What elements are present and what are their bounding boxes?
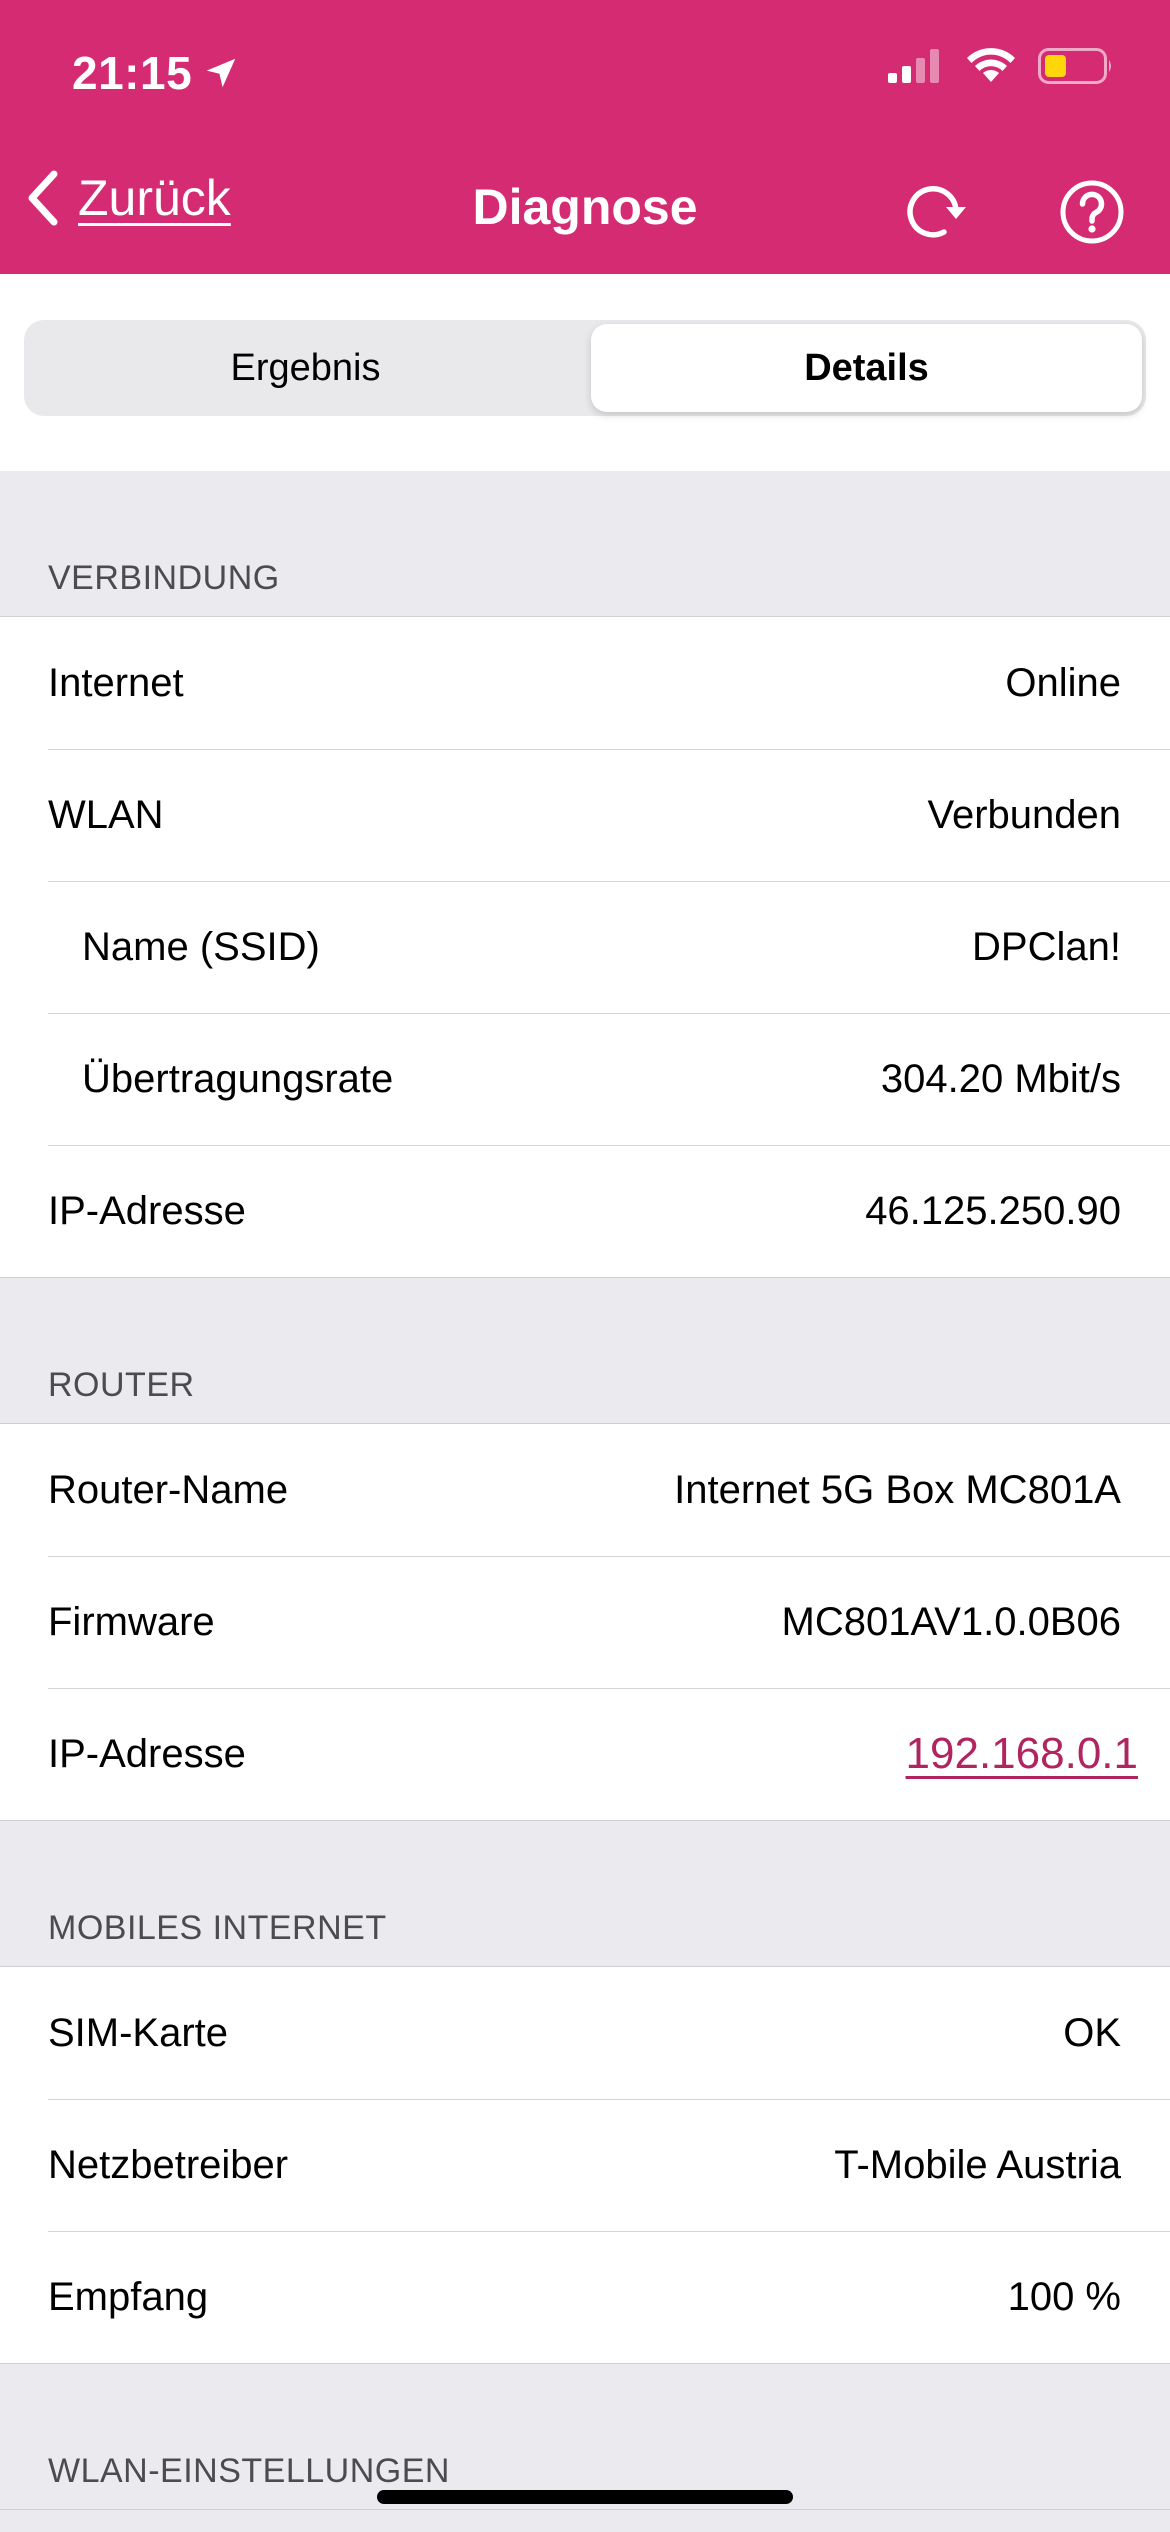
list-item: IP-Adresse 46.125.250.90 bbox=[0, 1145, 1170, 1277]
chevron-left-icon bbox=[28, 170, 58, 226]
row-label: Übertragungsrate bbox=[82, 1056, 394, 1101]
row-value: MC801AV1.0.0B06 bbox=[781, 1599, 1121, 1644]
help-circle-icon bbox=[1060, 180, 1124, 244]
router-ip-link[interactable]: 192.168.0.1 bbox=[906, 1729, 1138, 1779]
section-header-verbindung: VERBINDUNG bbox=[0, 471, 1170, 617]
row-value: Online bbox=[1005, 660, 1121, 705]
row-label: Router-Name bbox=[48, 1467, 289, 1512]
row-label: IP-Adresse bbox=[48, 1188, 246, 1233]
list-item: Router-Name Internet 5G Box MC801A bbox=[0, 1424, 1170, 1556]
section-title: ROUTER bbox=[48, 1366, 195, 1404]
row-value: OK bbox=[1063, 2010, 1121, 2055]
section-router: Router-Name Internet 5G Box MC801A Firmw… bbox=[0, 1424, 1170, 1821]
section-title: MOBILES INTERNET bbox=[48, 1909, 387, 1947]
row-value: T-Mobile Austria bbox=[834, 2142, 1121, 2187]
status-time-label: 21:15 bbox=[72, 47, 193, 99]
location-arrow-icon bbox=[206, 58, 236, 88]
list-item: IP-Adresse 192.168.0.1 bbox=[0, 1688, 1170, 1820]
row-label: WLAN bbox=[48, 792, 164, 837]
section-title: WLAN-EINSTELLUNGEN bbox=[48, 2452, 450, 2490]
segmented-control: Ergebnis Details bbox=[24, 320, 1146, 416]
segment-area: Ergebnis Details bbox=[0, 274, 1170, 471]
section-header-router: ROUTER bbox=[0, 1278, 1170, 1424]
list-item: Name (SSID) DPClan! bbox=[0, 881, 1170, 1013]
row-value: 46.125.250.90 bbox=[865, 1188, 1121, 1233]
row-value: DPClan! bbox=[972, 924, 1121, 969]
back-button[interactable]: Zurück bbox=[24, 168, 231, 228]
refresh-icon bbox=[907, 186, 966, 238]
cellular-signal-icon bbox=[888, 49, 939, 83]
section-header-mobiles-internet: MOBILES INTERNET bbox=[0, 1821, 1170, 1967]
list-item: WLAN Verbunden bbox=[0, 749, 1170, 881]
row-value: Internet 5G Box MC801A bbox=[674, 1467, 1121, 1512]
section-mobiles-internet: SIM-Karte OK Netzbetreiber T-Mobile Aust… bbox=[0, 1967, 1170, 2364]
row-label: Empfang bbox=[48, 2274, 209, 2319]
list-item: Übertragungsrate 304.20 Mbit/s bbox=[0, 1013, 1170, 1145]
screen: 21:15 Zurück Diagnose Ergebnis Details V… bbox=[0, 0, 1170, 2532]
battery-icon bbox=[1038, 48, 1111, 84]
home-indicator bbox=[377, 2490, 793, 2504]
list-item: Netzbetreiber T-Mobile Austria bbox=[0, 2099, 1170, 2231]
status-icons bbox=[888, 48, 1114, 84]
back-button-label: Zurück bbox=[78, 170, 231, 226]
section-verbindung: Internet Online WLAN Verbunden Name (SSI… bbox=[0, 617, 1170, 1278]
list-item: Internet Online bbox=[0, 617, 1170, 749]
app-header: 21:15 Zurück Diagnose bbox=[0, 0, 1170, 274]
refresh-button[interactable] bbox=[895, 174, 971, 250]
details-list: VERBINDUNG Internet Online WLAN Verbunde… bbox=[0, 471, 1170, 2510]
wifi-icon bbox=[967, 48, 1015, 82]
row-label: Name (SSID) bbox=[82, 924, 320, 969]
tab-details[interactable]: Details bbox=[591, 324, 1142, 412]
status-time: 21:15 bbox=[72, 46, 240, 100]
list-item: Empfang 100 % bbox=[0, 2231, 1170, 2363]
row-label: SIM-Karte bbox=[48, 2010, 229, 2055]
row-label: IP-Adresse bbox=[48, 1731, 246, 1776]
list-item: SIM-Karte OK bbox=[0, 1967, 1170, 2099]
row-value: 304.20 Mbit/s bbox=[880, 1056, 1121, 1101]
row-label: Firmware bbox=[48, 1599, 215, 1644]
help-button[interactable] bbox=[1054, 174, 1130, 250]
row-value: Verbunden bbox=[927, 792, 1121, 837]
row-label: Internet bbox=[48, 660, 184, 705]
row-value: 100 % bbox=[1007, 2274, 1121, 2319]
section-title: VERBINDUNG bbox=[48, 559, 280, 597]
list-item: Firmware MC801AV1.0.0B06 bbox=[0, 1556, 1170, 1688]
row-label: Netzbetreiber bbox=[48, 2142, 289, 2187]
tab-ergebnis[interactable]: Ergebnis bbox=[28, 324, 583, 412]
section-header-wlan-einstellungen: WLAN-EINSTELLUNGEN bbox=[0, 2364, 1170, 2510]
